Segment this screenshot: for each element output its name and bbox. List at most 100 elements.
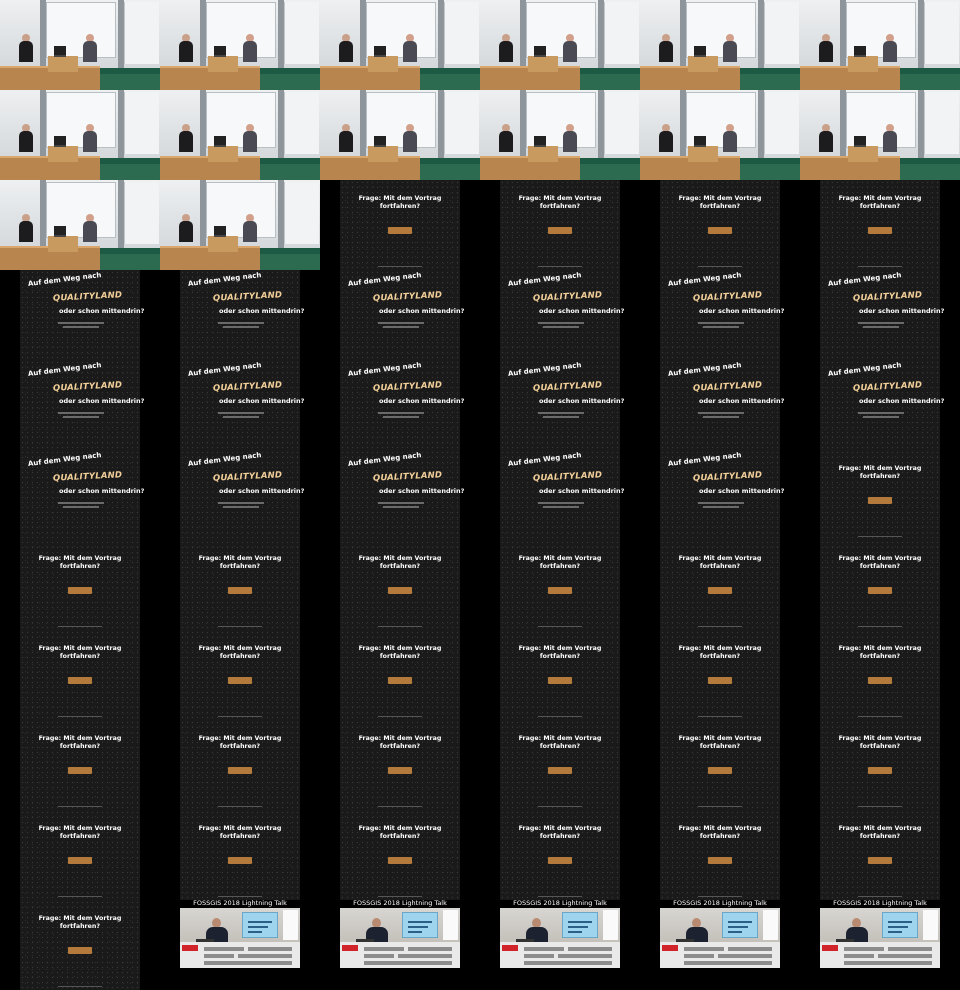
slide-footer — [58, 626, 102, 627]
slide-footer — [538, 896, 582, 897]
qualityland-slide-frame: Auf dem Weg nach QUALITYLAND oder schon … — [640, 270, 800, 360]
slide-heading-line3: oder schon mittendrin? — [699, 487, 785, 495]
slide-fineprint — [863, 326, 899, 328]
slide-continue-button — [68, 677, 92, 684]
question-slide-frame: Frage: Mit dem Vortrag fortfahren? — [800, 450, 960, 540]
slide-question: Frage: Mit dem Vortrag fortfahren? — [358, 825, 442, 840]
slide-question: Frage: Mit dem Vortrag fortfahren? — [358, 195, 442, 210]
slide-footer — [538, 806, 582, 807]
qualityland-slide-frame: Auf dem Weg nach QUALITYLAND oder schon … — [160, 450, 320, 540]
lightning-talk-frame: FOSSGIS 2018 Lightning Talk — [800, 900, 960, 990]
podium — [48, 56, 78, 72]
slide-continue-button — [708, 677, 732, 684]
lecture-hall-frame — [320, 0, 480, 90]
talk-title: FOSSGIS 2018 Lightning Talk — [513, 900, 607, 907]
qualityland-slide-frame: Auf dem Weg nach QUALITYLAND oder schon … — [640, 360, 800, 450]
talk-video-thumbnail — [660, 908, 780, 968]
slide-fineprint — [378, 322, 424, 324]
talk-title: FOSSGIS 2018 Lightning Talk — [353, 900, 447, 907]
lecture-hall-frame — [320, 90, 480, 180]
question-slide-frame: Frage: Mit dem Vortrag fortfahren? — [160, 630, 320, 720]
slide-heading-line1: Auf dem Weg nach — [347, 361, 422, 378]
laptop-icon — [854, 136, 866, 147]
slide-fineprint — [218, 502, 264, 504]
slide-fineprint — [703, 326, 739, 328]
slide-fineprint — [703, 506, 739, 508]
podium — [688, 56, 718, 72]
question-slide-frame: Frage: Mit dem Vortrag fortfahren? — [0, 720, 160, 810]
speaker-right — [82, 34, 98, 62]
slide-fineprint — [58, 412, 104, 414]
slide-continue-button — [708, 767, 732, 774]
qualityland-slide-frame: Auf dem Weg nach QUALITYLAND oder schon … — [0, 450, 160, 540]
slide-footer — [378, 896, 422, 897]
slide-question: Frage: Mit dem Vortrag fortfahren? — [518, 645, 602, 660]
lecture-hall-frame — [800, 0, 960, 90]
slide-fineprint — [383, 326, 419, 328]
speaker-right — [242, 124, 258, 152]
slide-continue-button — [708, 857, 732, 864]
question-slide-frame: Frage: Mit dem Vortrag fortfahren? — [0, 810, 160, 900]
slide-heading-line1: Auf dem Weg nach — [27, 361, 102, 378]
slide-continue-button — [388, 587, 412, 594]
podium — [48, 146, 78, 162]
question-slide-frame: Frage: Mit dem Vortrag fortfahren? — [640, 180, 800, 270]
event-logo-icon — [502, 945, 518, 951]
slide-question: Frage: Mit dem Vortrag fortfahren? — [358, 645, 442, 660]
question-slide-frame: Frage: Mit dem Vortrag fortfahren? — [160, 810, 320, 900]
question-slide-frame: Frage: Mit dem Vortrag fortfahren? — [320, 540, 480, 630]
qualityland-slide-frame: Auf dem Weg nach QUALITYLAND oder schon … — [320, 360, 480, 450]
slide-heading-line3: oder schon mittendrin? — [219, 397, 305, 405]
slide-heading-qualityland: QUALITYLAND — [532, 290, 603, 304]
slide-heading-line3: oder schon mittendrin? — [539, 307, 625, 315]
question-slide-frame: Frage: Mit dem Vortrag fortfahren? — [480, 180, 640, 270]
slide-question: Frage: Mit dem Vortrag fortfahren? — [38, 555, 122, 570]
slide-fineprint — [698, 412, 744, 414]
question-slide-frame: Frage: Mit dem Vortrag fortfahren? — [160, 720, 320, 810]
slide-heading-qualityland: QUALITYLAND — [212, 380, 283, 394]
slide-heading-qualityland: QUALITYLAND — [852, 380, 923, 394]
speaker-right — [242, 34, 258, 62]
question-slide-frame: Frage: Mit dem Vortrag fortfahren? — [320, 180, 480, 270]
event-logo-icon — [662, 945, 678, 951]
talk-video-thumbnail — [340, 908, 460, 968]
sidebar-panel — [283, 910, 298, 940]
question-slide-frame: Frage: Mit dem Vortrag fortfahren? — [480, 720, 640, 810]
slide-footer — [698, 896, 742, 897]
slide-question: Frage: Mit dem Vortrag fortfahren? — [198, 825, 282, 840]
laptop-icon — [214, 136, 226, 147]
slide-heading-qualityland: QUALITYLAND — [532, 380, 603, 394]
slide-fineprint — [383, 506, 419, 508]
question-slide-frame: Frage: Mit dem Vortrag fortfahren? — [480, 630, 640, 720]
slide-footer — [538, 716, 582, 717]
slide-continue-button — [68, 857, 92, 864]
slide-heading-line1: Auf dem Weg nach — [187, 271, 262, 288]
slide-heading-line3: oder schon mittendrin? — [859, 397, 945, 405]
laptop-icon — [54, 226, 66, 237]
slide-continue-button — [388, 767, 412, 774]
slide-heading-line3: oder schon mittendrin? — [859, 307, 945, 315]
slide-fineprint — [858, 412, 904, 414]
slide-heading-line3: oder schon mittendrin? — [539, 397, 625, 405]
question-slide-frame: Frage: Mit dem Vortrag fortfahren? — [0, 540, 160, 630]
slide-fineprint — [383, 416, 419, 418]
slide-footer — [218, 806, 262, 807]
slide-footer — [698, 716, 742, 717]
slide-fineprint — [223, 506, 259, 508]
slide-footer — [698, 266, 742, 267]
speaker-left — [18, 34, 34, 62]
slide-footer — [58, 806, 102, 807]
slide-heading-qualityland: QUALITYLAND — [52, 380, 123, 394]
slide-footer — [858, 266, 902, 267]
lecture-hall-frame — [480, 90, 640, 180]
lecture-hall-frame — [0, 90, 160, 180]
slide-question: Frage: Mit dem Vortrag fortfahren? — [838, 735, 922, 750]
slide-heading-qualityland: QUALITYLAND — [372, 290, 443, 304]
slide-question: Frage: Mit dem Vortrag fortfahren? — [518, 555, 602, 570]
slide-fineprint — [538, 502, 584, 504]
question-slide-frame: Frage: Mit dem Vortrag fortfahren? — [640, 540, 800, 630]
slide-continue-button — [548, 767, 572, 774]
slide-fineprint — [698, 502, 744, 504]
slide-heading-line1: Auf dem Weg nach — [347, 451, 422, 468]
slide-question: Frage: Mit dem Vortrag fortfahren? — [198, 735, 282, 750]
